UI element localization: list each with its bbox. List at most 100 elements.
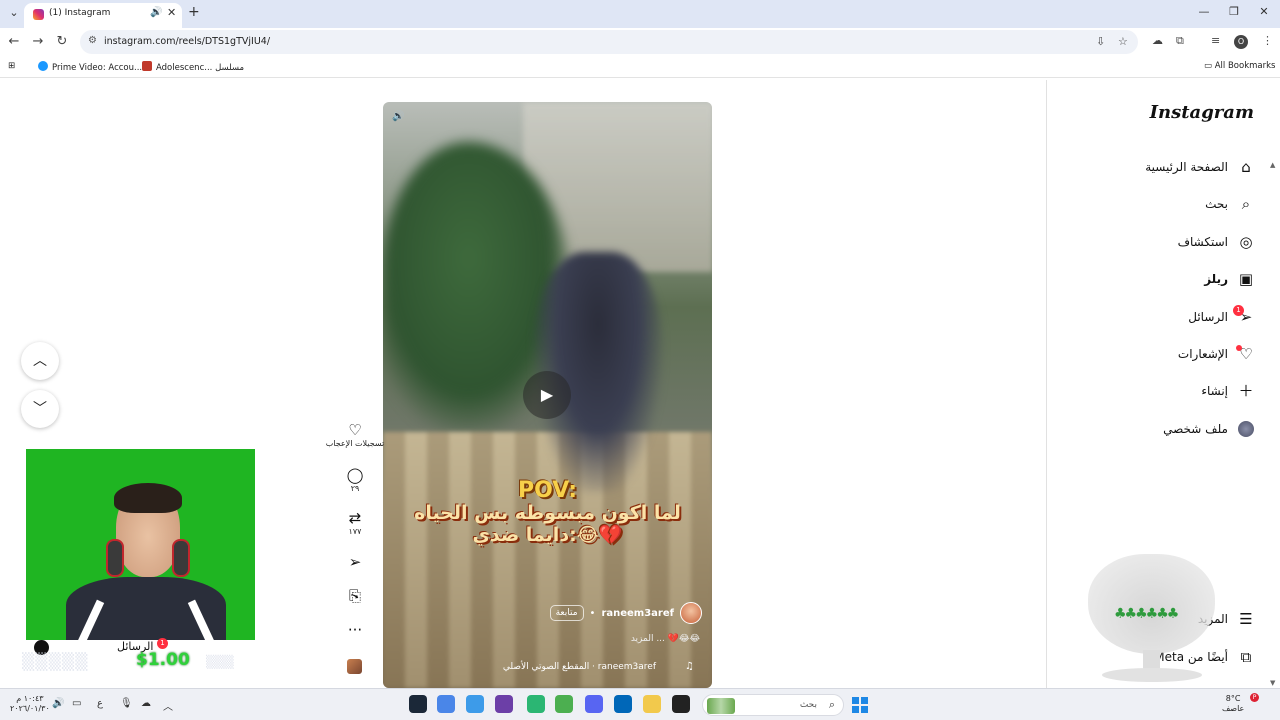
author-row: متابعة • raneem3aref xyxy=(549,602,702,624)
chrome-app-icon[interactable] xyxy=(555,695,573,713)
repost-icon: ⇄ xyxy=(348,509,362,527)
file-explorer-icon[interactable] xyxy=(643,695,661,713)
play-button[interactable]: ▶ xyxy=(523,371,571,419)
goblet-overlay-widget: ♣♣♣♣♣♣ xyxy=(1088,554,1215,686)
windows-logo-icon xyxy=(861,706,868,713)
cloud-tray-icon[interactable]: ☁ xyxy=(141,698,151,709)
bookmark-star-icon[interactable]: ☆ xyxy=(1118,35,1128,48)
restore-button[interactable]: ❐ xyxy=(1224,5,1244,18)
sidebar-item-profile[interactable]: ملف شخصي xyxy=(1046,414,1280,444)
separator-dot: • xyxy=(589,607,596,619)
webcam-person-hair xyxy=(114,483,182,513)
next-reel-button[interactable]: ﹀ xyxy=(21,390,59,428)
sidebar-item-label: بحث xyxy=(1205,197,1228,211)
address-bar[interactable]: ⚙ instagram.com/reels/DTS1gTVjIU4/ ⇩ ☆ xyxy=(80,30,1138,54)
like-button[interactable]: ♡ تسجيلات الإعجاب xyxy=(320,422,390,448)
volume-tray-icon[interactable]: 🔊 xyxy=(52,698,64,709)
weather-badge: P xyxy=(1250,693,1259,702)
audio-label: raneem3aref · المقطع الصوتي الأصلي xyxy=(502,662,656,672)
site-info-icon[interactable]: ⚙ xyxy=(88,35,97,46)
save-button[interactable]: ⎘ xyxy=(320,588,390,604)
forward-button[interactable]: → xyxy=(30,34,46,50)
search-icon: ⌕ xyxy=(1241,195,1251,213)
menu-icon[interactable]: ⋮ xyxy=(1262,34,1273,47)
repost-button[interactable]: ⇄ ١٧٧ xyxy=(320,510,390,536)
tab-search-icon[interactable]: ⌄ xyxy=(6,6,22,22)
store-app-icon[interactable] xyxy=(614,695,632,713)
extensions-icon[interactable]: ⧉ xyxy=(1176,34,1184,48)
url-text[interactable]: instagram.com/reels/DTS1gTVjIU4/ xyxy=(104,36,270,47)
clock[interactable]: ١٠:٤٣ م ٢٠٢٦/٠١/٣٠ xyxy=(10,694,50,714)
media-controls-icon[interactable]: ≡ xyxy=(1211,34,1220,47)
microphone-tray-icon[interactable]: 🎙 xyxy=(120,698,133,709)
profile-avatar[interactable]: O xyxy=(1234,35,1248,49)
author-avatar[interactable] xyxy=(680,602,702,624)
discord-app-icon[interactable] xyxy=(585,695,603,713)
sidebar-item-explore[interactable]: ◎ استكشاف xyxy=(1046,227,1280,257)
comment-button[interactable]: ◯ ٢٩ xyxy=(320,467,390,493)
taskbar-app-icon[interactable] xyxy=(527,695,545,713)
scroll-up-arrow[interactable]: ▲ xyxy=(1270,161,1275,169)
taskbar-app-icon[interactable] xyxy=(466,695,484,713)
show-hidden-icons[interactable]: ︿ xyxy=(163,698,173,713)
close-tab-icon[interactable]: ✕ xyxy=(167,6,176,19)
minimize-button[interactable]: — xyxy=(1194,5,1214,18)
bookmark-adolescence[interactable]: Adolescenc... مسلسل xyxy=(142,61,244,73)
speaker-icon[interactable]: 🔊 xyxy=(150,7,162,18)
previous-reel-button[interactable]: ︿ xyxy=(21,342,59,380)
display-tray-icon[interactable]: ▭ xyxy=(72,698,81,709)
reel-description[interactable]: 😂😂💔 ... المزيد xyxy=(631,634,700,644)
more-options-button[interactable]: ··· xyxy=(320,622,390,638)
tab-instagram[interactable]: (1) Instagram 🔊 ✕ xyxy=(24,3,182,28)
steam-app-icon[interactable] xyxy=(409,695,427,713)
new-tab-button[interactable]: + xyxy=(188,4,200,20)
follow-button[interactable]: متابعة xyxy=(549,605,584,621)
back-button[interactable]: ← xyxy=(6,34,22,50)
sidebar-item-notifications[interactable]: ♡ الإشعارات xyxy=(1046,339,1280,369)
install-app-icon[interactable]: ⇩ xyxy=(1096,35,1105,48)
bookmark-icon: ⎘ xyxy=(348,587,361,605)
reel-video[interactable]: 🔊 ▶ POV: لما اكون مبسوطه بس الحياه دايما… xyxy=(383,102,712,688)
language-tray-icon[interactable]: ع xyxy=(97,698,103,709)
author-username[interactable]: raneem3aref xyxy=(601,608,674,619)
close-window-button[interactable]: ✕ xyxy=(1254,5,1274,18)
overlay-messages-badge: 1 xyxy=(157,638,168,649)
volume-icon[interactable]: 🔊 xyxy=(392,111,406,125)
instagram-logo[interactable]: Instagram xyxy=(1150,102,1254,123)
taskbar-app-icon[interactable] xyxy=(437,695,455,713)
taskbar-app-icon[interactable] xyxy=(495,695,513,713)
all-bookmarks[interactable]: ▭ All Bookmarks xyxy=(1204,61,1275,71)
start-button[interactable] xyxy=(852,697,868,713)
windows-logo-icon xyxy=(852,706,859,713)
bookmark-label: Adolescenc... مسلسل xyxy=(156,63,245,73)
weather-widget[interactable]: 8°C عاصف xyxy=(1222,694,1244,714)
sidebar-item-create[interactable]: ＋ إنشاء xyxy=(1046,376,1280,406)
taskbar: ١٠:٤٣ م ٢٠٢٦/٠١/٣٠ 🔊 ▭ ع 🎙 ☁ ︿ بحث ⌕ 8°C… xyxy=(0,688,1280,720)
caption-pov: POV: xyxy=(517,478,578,503)
goblet-base xyxy=(1102,668,1202,682)
browser-toolbar: ← → ↻ ⚙ instagram.com/reels/DTS1gTVjIU4/… xyxy=(0,28,1280,56)
clock-date: ٢٠٢٦/٠١/٣٠ xyxy=(10,704,50,713)
more-dots-icon: ··· xyxy=(347,621,363,639)
heart-outline-icon: ♡ xyxy=(348,421,362,439)
apps-grid-icon[interactable]: ⊞ xyxy=(8,61,15,71)
tab-title: (1) Instagram xyxy=(49,8,111,18)
home-icon: ⌂ xyxy=(1241,158,1251,176)
sidebar-item-label: الصفحة الرئيسية xyxy=(1145,160,1228,174)
scroll-down-arrow[interactable]: ▼ xyxy=(1270,679,1275,687)
taskbar-search[interactable]: بحث ⌕ xyxy=(702,694,844,716)
clover-icons: ♣♣♣♣♣♣ xyxy=(1114,606,1179,622)
sidebar-item-label: الرسائل xyxy=(1188,310,1228,324)
audio-thumbnail[interactable] xyxy=(346,658,363,675)
sidebar-item-search[interactable]: ⌕ بحث xyxy=(1046,189,1280,219)
reload-button[interactable]: ↻ xyxy=(54,34,70,50)
plus-icon: ＋ xyxy=(1238,382,1254,400)
share-button[interactable]: ➢ xyxy=(320,554,390,570)
terminal-app-icon[interactable] xyxy=(672,695,690,713)
cloud-icon[interactable]: ☁ xyxy=(1152,34,1163,47)
sidebar-item-home[interactable]: ⌂ الصفحة الرئيسية xyxy=(1046,152,1280,182)
sidebar-item-reels[interactable]: ▣ ريلز xyxy=(1046,264,1280,294)
sidebar-item-messages[interactable]: ➢ 1 الرسائل xyxy=(1046,302,1280,332)
site-logo-icon xyxy=(142,61,152,71)
bookmark-prime-video[interactable]: Prime Video: Accou... xyxy=(38,61,142,73)
